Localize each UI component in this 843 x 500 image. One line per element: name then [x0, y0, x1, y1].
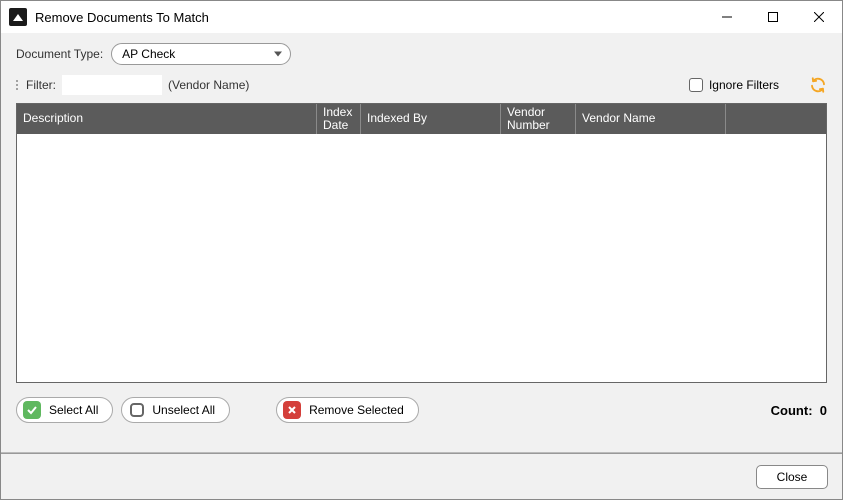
document-type-combobox[interactable]: AP Check	[111, 43, 291, 65]
count-value: 0	[820, 403, 827, 418]
count-display: Count: 0	[771, 403, 827, 418]
filter-input[interactable]	[62, 75, 162, 95]
col-spacer	[726, 104, 826, 134]
selection-buttons: Select All Unselect All Remove Selected	[16, 397, 419, 423]
select-all-button[interactable]: Select All	[16, 397, 113, 423]
refresh-icon[interactable]	[809, 76, 827, 94]
uncheck-icon	[130, 403, 144, 417]
unselect-all-label: Unselect All	[152, 403, 215, 417]
remove-icon	[283, 401, 301, 419]
dialog-footer: Close	[1, 453, 842, 499]
app-icon	[9, 8, 27, 26]
content-area: Document Type: AP Check Filter: (Vendor …	[1, 33, 842, 453]
check-icon	[23, 401, 41, 419]
minimize-button[interactable]	[704, 1, 750, 33]
col-vendor-number[interactable]: Vendor Number	[501, 104, 576, 134]
ignore-filters-checkbox[interactable]: Ignore Filters	[689, 78, 779, 92]
checkbox-icon	[689, 78, 703, 92]
count-label: Count:	[771, 403, 813, 418]
filter-left: Filter: (Vendor Name)	[16, 75, 249, 95]
close-window-button[interactable]	[796, 1, 842, 33]
remove-selected-label: Remove Selected	[309, 403, 404, 417]
col-vendor-name[interactable]: Vendor Name	[576, 104, 726, 134]
window-controls	[704, 1, 842, 33]
remove-selected-button[interactable]: Remove Selected	[276, 397, 419, 423]
filter-label: Filter:	[26, 78, 56, 92]
bottom-row: Select All Unselect All Remove Selected …	[16, 397, 827, 423]
col-index-date[interactable]: Index Date	[317, 104, 361, 134]
col-indexed-by[interactable]: Indexed By	[361, 104, 501, 134]
document-type-value: AP Check	[122, 47, 175, 61]
maximize-button[interactable]	[750, 1, 796, 33]
table-body	[17, 134, 826, 382]
close-button[interactable]: Close	[756, 465, 828, 489]
filter-hint: (Vendor Name)	[168, 78, 249, 92]
filter-row: Filter: (Vendor Name) Ignore Filters	[16, 75, 827, 95]
grip-icon	[16, 80, 18, 90]
titlebar: Remove Documents To Match	[1, 1, 842, 33]
document-type-row: Document Type: AP Check	[16, 43, 827, 65]
unselect-all-button[interactable]: Unselect All	[121, 397, 230, 423]
documents-table: Description Index Date Indexed By Vendor…	[16, 103, 827, 383]
filter-right: Ignore Filters	[689, 76, 827, 94]
table-header: Description Index Date Indexed By Vendor…	[17, 104, 826, 134]
window-title: Remove Documents To Match	[35, 10, 209, 25]
col-description[interactable]: Description	[17, 104, 317, 134]
close-button-label: Close	[777, 470, 808, 484]
document-type-label: Document Type:	[16, 47, 103, 61]
ignore-filters-label: Ignore Filters	[709, 78, 779, 92]
select-all-label: Select All	[49, 403, 98, 417]
titlebar-left: Remove Documents To Match	[9, 8, 209, 26]
